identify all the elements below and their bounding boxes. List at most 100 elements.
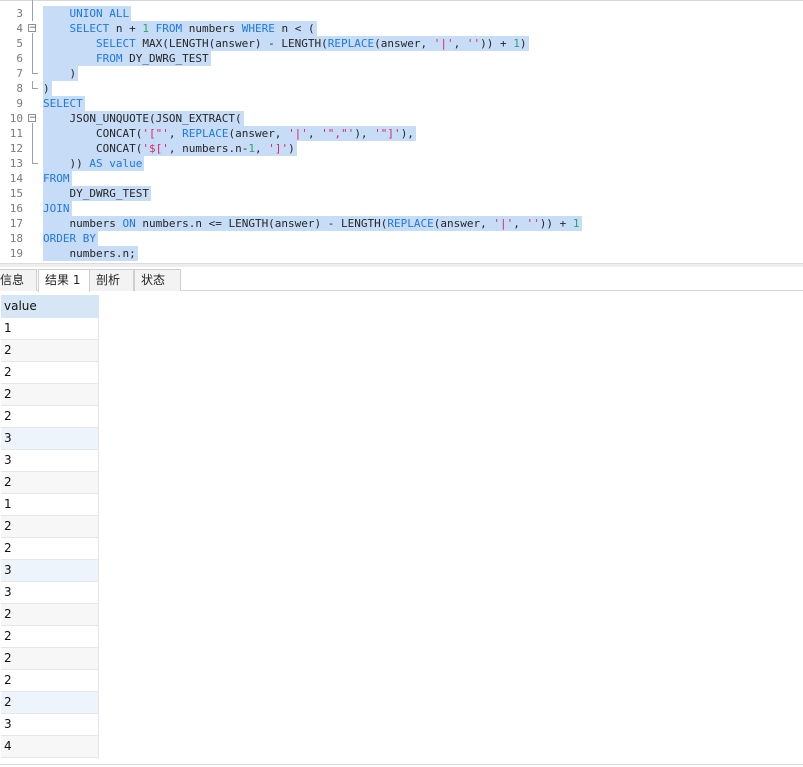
- line-number: 14: [9, 172, 23, 185]
- code-line[interactable]: 14 FROM: [0, 171, 803, 186]
- code-token: ),: [354, 127, 375, 140]
- table-row[interactable]: 2: [1, 384, 99, 406]
- tab-result-1[interactable]: 结果 1: [38, 269, 90, 292]
- code-token: ,: [307, 127, 322, 140]
- code-token: , numbers.n-: [168, 142, 249, 155]
- code-token: ON: [122, 217, 136, 230]
- code-token: SELECT: [43, 97, 83, 110]
- sql-editor[interactable]: 3 UNION ALL 4 SELECT n + 1 FROM numbers W…: [0, 0, 803, 263]
- code-token: CONCAT(: [43, 142, 143, 155]
- code-token: 1: [572, 217, 580, 230]
- code-token: '|': [433, 37, 454, 50]
- code-line[interactable]: 17 numbers ON numbers.n <= LENGTH(answer…: [0, 216, 803, 231]
- table-row[interactable]: 3: [1, 560, 99, 582]
- code-text[interactable]: )) AS value: [43, 156, 145, 171]
- table-row[interactable]: 3: [1, 450, 99, 472]
- fold-toggle-icon[interactable]: −: [28, 111, 38, 126]
- code-line[interactable]: 19 numbers.n;: [0, 246, 803, 261]
- code-token: )) +: [539, 217, 573, 230]
- code-text[interactable]: JSON_UNQUOTE(JSON_EXTRACT(: [43, 111, 244, 126]
- table-row[interactable]: 1: [1, 494, 99, 516]
- table-row[interactable]: 4: [1, 736, 99, 758]
- code-line[interactable]: 12 CONCAT('$[', numbers.n-1, ']'): [0, 141, 803, 156]
- code-line[interactable]: 4 SELECT n + 1 FROM numbers WHERE n < (: [0, 21, 803, 36]
- line-number: 11: [9, 127, 23, 140]
- tab-info[interactable]: 信息: [0, 269, 37, 291]
- code-token: '","': [321, 127, 355, 140]
- code-text[interactable]: FROM DY_DWRG_TEST: [43, 51, 211, 66]
- table-row[interactable]: 2: [1, 626, 99, 648]
- fold-end-marker: [32, 81, 38, 89]
- code-text[interactable]: CONCAT('$[', numbers.n-1, ']'): [43, 141, 297, 156]
- code-token: 1: [513, 37, 520, 50]
- code-text[interactable]: SELECT: [43, 96, 85, 111]
- code-line[interactable]: 11 CONCAT('["', REPLACE(answer, '|', '",…: [0, 126, 803, 141]
- fold-toggle-icon[interactable]: −: [28, 21, 38, 36]
- table-row[interactable]: 2: [1, 604, 99, 626]
- code-line[interactable]: 13 )) AS value: [0, 156, 803, 171]
- code-token: ): [43, 82, 50, 95]
- code-line[interactable]: 7 ): [0, 66, 803, 81]
- code-token: SELECT: [43, 22, 110, 35]
- code-token: JSON_UNQUOTE(JSON_EXTRACT(: [43, 112, 242, 125]
- code-token: ),: [400, 127, 414, 140]
- code-text[interactable]: JOIN: [43, 201, 72, 216]
- table-row[interactable]: 3: [1, 714, 99, 736]
- minus-icon: −: [28, 23, 37, 33]
- table-row[interactable]: 2: [1, 340, 99, 362]
- code-line[interactable]: 3 UNION ALL: [0, 6, 803, 21]
- code-text[interactable]: CONCAT('["', REPLACE(answer, '|', '","')…: [43, 126, 416, 141]
- code-token: ORDER BY: [43, 232, 96, 245]
- code-text[interactable]: ): [43, 66, 79, 81]
- code-text[interactable]: SELECT MAX(LENGTH(answer) - LENGTH(REPLA…: [43, 36, 529, 51]
- table-row[interactable]: 2: [1, 648, 99, 670]
- result-tabbar: 信息 结果 1 剖析 状态: [0, 267, 803, 292]
- table-row[interactable]: 3: [1, 428, 99, 450]
- code-token: ,: [513, 217, 527, 230]
- line-number: 9: [16, 97, 23, 110]
- code-text[interactable]: numbers ON numbers.n <= LENGTH(answer) -…: [43, 216, 582, 231]
- code-line[interactable]: 18 ORDER BY: [0, 231, 803, 246]
- tab-profile[interactable]: 剖析: [89, 269, 134, 291]
- code-token: WHERE: [241, 22, 275, 35]
- table-row[interactable]: 2: [1, 472, 99, 494]
- code-line[interactable]: 10 JSON_UNQUOTE(JSON_EXTRACT(: [0, 111, 803, 126]
- table-row[interactable]: 2: [1, 670, 99, 692]
- code-token: MAX(LENGTH(answer) - LENGTH(: [135, 37, 328, 50]
- code-text[interactable]: SELECT n + 1 FROM numbers WHERE n < (: [43, 21, 317, 36]
- code-token: numbers.n;: [43, 247, 136, 260]
- code-token: REPLACE: [182, 127, 229, 140]
- code-line[interactable]: 8): [0, 81, 803, 96]
- code-text[interactable]: UNION ALL: [43, 6, 132, 21]
- code-text[interactable]: ): [43, 81, 52, 96]
- table-row[interactable]: 2: [1, 516, 99, 538]
- code-line[interactable]: 5 SELECT MAX(LENGTH(answer) - LENGTH(REP…: [0, 36, 803, 51]
- table-row[interactable]: 2: [1, 406, 99, 428]
- table-row[interactable]: 2: [1, 362, 99, 384]
- code-token: '': [466, 37, 481, 50]
- code-text[interactable]: FROM: [43, 171, 72, 186]
- table-row[interactable]: 3: [1, 582, 99, 604]
- fold-end-marker: [32, 66, 38, 74]
- code-line[interactable]: 9 SELECT: [0, 96, 803, 111]
- line-number: 10: [9, 112, 23, 125]
- table-row[interactable]: 1: [1, 318, 99, 340]
- table-row[interactable]: 2: [1, 692, 99, 714]
- tab-status[interactable]: 状态: [134, 269, 181, 291]
- code-text[interactable]: ORDER BY: [43, 231, 98, 246]
- code-token: '"]': [374, 127, 401, 140]
- code-line[interactable]: 15 DY_DWRG_TEST: [0, 186, 803, 201]
- line-number: 4: [16, 22, 23, 35]
- column-header-value[interactable]: value: [1, 295, 99, 318]
- code-text[interactable]: numbers.n;: [43, 246, 138, 261]
- code-token: ,: [168, 127, 183, 140]
- code-line[interactable]: 16 JOIN: [0, 201, 803, 216]
- code-token: '|': [288, 127, 308, 140]
- code-line[interactable]: 6 FROM DY_DWRG_TEST: [0, 51, 803, 66]
- code-token: ,: [254, 142, 269, 155]
- line-number: 17: [9, 217, 23, 230]
- code-token: '': [526, 217, 540, 230]
- table-row[interactable]: 2: [1, 538, 99, 560]
- code-text[interactable]: DY_DWRG_TEST: [43, 186, 151, 201]
- tab-label: 结果 1: [45, 273, 81, 287]
